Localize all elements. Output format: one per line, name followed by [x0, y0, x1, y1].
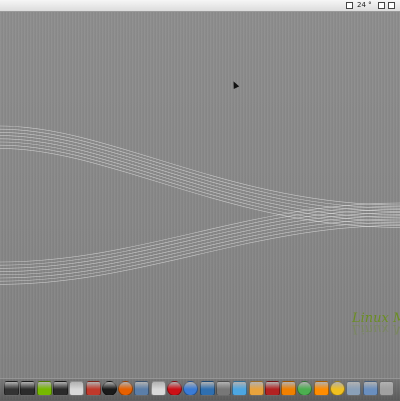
wallpaper-waves — [0, 125, 400, 285]
terminal-icon[interactable] — [20, 381, 36, 396]
wave-line — [0, 221, 400, 282]
files-icon[interactable] — [346, 381, 362, 396]
wave-line — [0, 128, 400, 209]
panel-clock[interactable]: 24 °F — [357, 1, 371, 10]
chat-icon[interactable] — [150, 381, 166, 396]
volume-tray-icon[interactable] — [388, 2, 395, 9]
photo-icon[interactable] — [85, 381, 101, 396]
wallpaper-logo-reflection: Linux Mi — [352, 321, 400, 336]
drive-icon[interactable] — [69, 381, 85, 396]
wave-line — [0, 205, 400, 266]
mail-icon[interactable] — [134, 381, 150, 396]
wave-line — [0, 125, 400, 206]
power-tray-icon[interactable] — [378, 2, 385, 9]
wave-line — [0, 215, 400, 276]
wave-line — [0, 202, 400, 263]
power-icon[interactable] — [4, 381, 19, 396]
smile-icon[interactable] — [330, 381, 345, 396]
wave-line — [0, 209, 400, 269]
firefox-icon[interactable] — [118, 381, 134, 396]
vlc-icon[interactable] — [281, 381, 297, 396]
pdf-icon[interactable] — [264, 381, 280, 396]
wave-line — [0, 212, 400, 272]
opera-icon[interactable] — [167, 381, 182, 396]
top-panel: 24 °F — [0, 0, 400, 12]
bird-icon[interactable] — [232, 381, 248, 396]
nvidia-icon[interactable] — [36, 381, 52, 396]
display-icon[interactable] — [101, 381, 117, 396]
monitor-icon[interactable] — [52, 381, 68, 396]
mail-tray-icon[interactable] — [346, 2, 353, 9]
gear-icon[interactable] — [215, 381, 231, 396]
trash-icon[interactable] — [378, 381, 394, 396]
network-icon[interactable] — [199, 381, 215, 396]
window-icon[interactable] — [362, 381, 378, 396]
cone-icon[interactable] — [313, 381, 329, 396]
photos-icon[interactable] — [248, 381, 264, 396]
wave-line — [0, 225, 400, 285]
wave-line — [0, 218, 400, 279]
